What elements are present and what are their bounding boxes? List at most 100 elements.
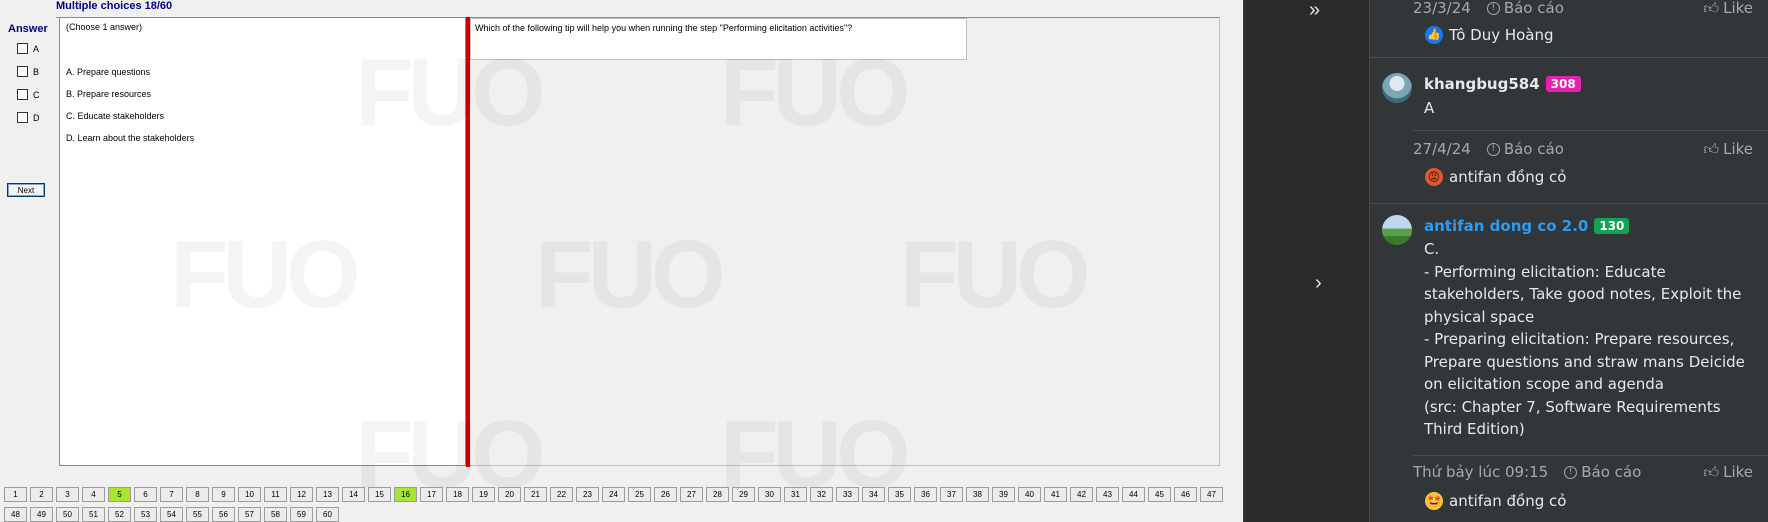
- question-nav-button[interactable]: 55: [186, 507, 209, 522]
- question-nav-button[interactable]: 33: [836, 487, 859, 502]
- question-nav-button[interactable]: 19: [472, 487, 495, 502]
- question-nav-button[interactable]: 50: [56, 507, 79, 522]
- thumbs-up-outline-icon: 👍︎: [1703, 0, 1720, 17]
- chevron-right-icon[interactable]: ›: [1315, 272, 1322, 295]
- checkbox-icon[interactable]: [17, 43, 28, 54]
- question-nav-button[interactable]: 6: [134, 487, 157, 502]
- comment-meta: 27/4/24 ! Báo cáo 👍︎ Like: [1413, 140, 1753, 159]
- question-nav-button[interactable]: 20: [498, 487, 521, 502]
- avatar[interactable]: [1382, 73, 1412, 103]
- question-nav-button[interactable]: 22: [550, 487, 573, 502]
- question-nav-button[interactable]: 48: [4, 507, 27, 522]
- comment-divider: [1369, 57, 1768, 58]
- report-link[interactable]: ! Báo cáo: [1564, 463, 1641, 481]
- question-nav-button[interactable]: 23: [576, 487, 599, 502]
- choice-d: D. Learn about the stakeholders: [66, 133, 195, 143]
- choice-c: C. Educate stakeholders: [66, 111, 165, 121]
- question-nav-button[interactable]: 12: [290, 487, 313, 502]
- question-nav-button[interactable]: 3: [56, 487, 79, 502]
- option-b-checkbox[interactable]: B: [17, 66, 39, 77]
- question-nav-button[interactable]: 11: [264, 487, 287, 502]
- answers-panel: (Choose 1 answer) A. Prepare questions B…: [59, 17, 466, 466]
- question-nav-button[interactable]: 31: [784, 487, 807, 502]
- question-nav-button[interactable]: 41: [1044, 487, 1067, 502]
- question-nav-button[interactable]: 38: [966, 487, 989, 502]
- angry-face-icon: 😡: [1425, 168, 1443, 186]
- option-a-checkbox[interactable]: A: [17, 43, 39, 54]
- question-nav-button[interactable]: 18: [446, 487, 469, 502]
- question-nav-button[interactable]: 43: [1096, 487, 1119, 502]
- question-nav-button[interactable]: 13: [316, 487, 339, 502]
- question-nav-button[interactable]: 25: [628, 487, 651, 502]
- question-nav-button[interactable]: 30: [758, 487, 781, 502]
- question-nav-button[interactable]: 42: [1070, 487, 1093, 502]
- question-nav-button[interactable]: 52: [108, 507, 131, 522]
- option-c-checkbox[interactable]: C: [17, 89, 40, 100]
- question-nav-button[interactable]: 27: [680, 487, 703, 502]
- option-d-checkbox[interactable]: D: [17, 112, 40, 123]
- next-button[interactable]: Next: [7, 183, 45, 197]
- answer-label: Answer: [8, 23, 48, 35]
- question-nav-button[interactable]: 56: [212, 507, 235, 522]
- question-nav-button[interactable]: 45: [1148, 487, 1171, 502]
- question-nav-button[interactable]: 2: [30, 487, 53, 502]
- question-nav-button[interactable]: 8: [186, 487, 209, 502]
- question-area: Which of the following tip will help you…: [470, 17, 1220, 466]
- question-nav-button[interactable]: 54: [160, 507, 183, 522]
- question-nav-button[interactable]: 14: [342, 487, 365, 502]
- question-nav-button[interactable]: 49: [30, 507, 53, 522]
- question-nav-button[interactable]: 26: [654, 487, 677, 502]
- question-nav-button[interactable]: 58: [264, 507, 287, 522]
- panel-border: [1369, 0, 1370, 522]
- question-nav-button[interactable]: 17: [420, 487, 443, 502]
- report-link[interactable]: ! Báo cáo: [1486, 0, 1564, 17]
- question-nav-button[interactable]: 21: [524, 487, 547, 502]
- comment-username[interactable]: antifan dong co 2.0 130: [1424, 217, 1630, 235]
- question-nav-button[interactable]: 9: [212, 487, 235, 502]
- question-text: Which of the following tip will help you…: [475, 23, 853, 33]
- question-nav-button[interactable]: 32: [810, 487, 833, 502]
- collapse-double-chevron-icon[interactable]: »: [1309, 0, 1320, 22]
- question-nav-button[interactable]: 37: [940, 487, 963, 502]
- question-nav-button[interactable]: 59: [290, 507, 313, 522]
- like-button[interactable]: 👍︎ Like: [1699, 140, 1753, 159]
- question-nav-button[interactable]: 35: [888, 487, 911, 502]
- question-nav-button[interactable]: 46: [1174, 487, 1197, 502]
- comment-date: Thứ bảy lúc 09:15: [1413, 463, 1549, 481]
- question-nav-button[interactable]: 10: [238, 487, 261, 502]
- question-nav-button[interactable]: 40: [1018, 487, 1041, 502]
- question-nav-button[interactable]: 7: [160, 487, 183, 502]
- question-nav-button[interactable]: 5: [108, 487, 131, 502]
- score-badge: 308: [1545, 76, 1581, 92]
- like-button[interactable]: 👍︎ Like: [1699, 0, 1753, 18]
- question-nav-button[interactable]: 53: [134, 507, 157, 522]
- question-nav-button[interactable]: 51: [82, 507, 105, 522]
- question-nav-button[interactable]: 28: [706, 487, 729, 502]
- question-nav-button[interactable]: 1: [4, 487, 27, 502]
- checkbox-icon[interactable]: [17, 112, 28, 123]
- question-nav-button[interactable]: 34: [862, 487, 885, 502]
- question-box: Which of the following tip will help you…: [470, 18, 967, 60]
- comment-username[interactable]: khangbug584 308: [1424, 75, 1581, 93]
- thumbs-up-outline-icon: 👍︎: [1703, 139, 1720, 158]
- question-nav-button[interactable]: 24: [602, 487, 625, 502]
- question-nav-button[interactable]: 60: [316, 507, 339, 522]
- checkbox-icon[interactable]: [17, 89, 28, 100]
- question-nav-button[interactable]: 29: [732, 487, 755, 502]
- question-nav-button[interactable]: 47: [1200, 487, 1223, 502]
- comment-divider: [1413, 130, 1768, 131]
- avatar[interactable]: [1382, 215, 1412, 245]
- question-nav-row-2: 48 49 50 51 52 53 54 55 56 57 58 59 60: [4, 507, 339, 522]
- question-nav-button[interactable]: 39: [992, 487, 1015, 502]
- report-link[interactable]: ! Báo cáo: [1486, 140, 1564, 158]
- checkbox-icon[interactable]: [17, 66, 28, 77]
- question-nav-row-1: 1 2 3 4 5 6 7 8 9 10 11 12 13 14 15 16 17 18 19 20 21 22 23 24 2…: [4, 487, 1223, 502]
- question-nav-button[interactable]: 57: [238, 507, 261, 522]
- question-nav-button[interactable]: 16: [394, 487, 417, 502]
- like-button[interactable]: 👍︎ Like: [1699, 463, 1753, 482]
- question-nav-button[interactable]: 4: [82, 487, 105, 502]
- question-nav-button[interactable]: 15: [368, 487, 391, 502]
- question-nav-button[interactable]: 36: [914, 487, 937, 502]
- question-nav-button[interactable]: 44: [1122, 487, 1145, 502]
- thumbs-up-icon: 👍: [1425, 26, 1443, 44]
